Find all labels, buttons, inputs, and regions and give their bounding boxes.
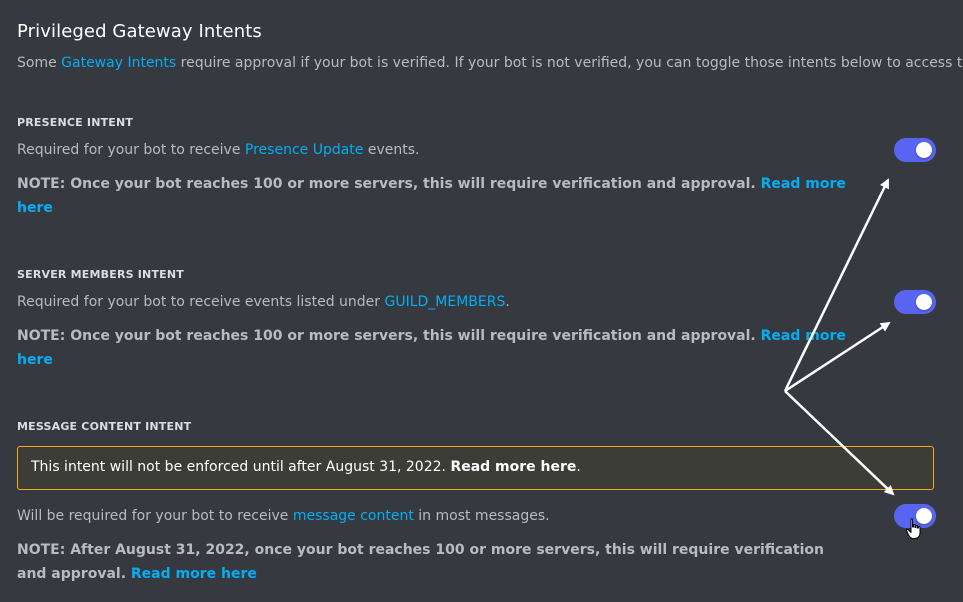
- message-content-intent-title: MESSAGE CONTENT INTENT: [17, 420, 192, 433]
- server-members-intent-description: Required for your bot to receive events …: [17, 294, 510, 310]
- page-description-text-start: Some: [17, 55, 62, 71]
- warning-read-more[interactable]: Read more here: [450, 459, 576, 475]
- presence-intent-title: PRESENCE INTENT: [17, 116, 134, 129]
- server-members-intent-section: SERVER MEMBERS INTENT Required for your …: [17, 268, 936, 368]
- page-description: Some Gateway Intents require approval if…: [17, 55, 963, 71]
- enforcement-warning-text: This intent will not be enforced until a…: [31, 459, 581, 475]
- warning-text-start: This intent will not be enforced until a…: [31, 459, 451, 475]
- presence-intent-note-text: NOTE: Once your bot reaches 100 or more …: [17, 176, 761, 192]
- server-members-intent-title: SERVER MEMBERS INTENT: [17, 268, 184, 281]
- gateway-intents-link[interactable]: Gateway Intents: [61, 55, 176, 71]
- message-content-intent-read-more-link[interactable]: Read more here: [131, 566, 257, 582]
- guild-members-link[interactable]: GUILD_MEMBERS: [384, 294, 505, 310]
- presence-intent-section: PRESENCE INTENT Required for your bot to…: [17, 116, 936, 216]
- server-members-intent-note-text: NOTE: Once your bot reaches 100 or more …: [17, 328, 761, 344]
- page-description-text-end: require approval if your bot is verified…: [176, 55, 963, 71]
- message-content-intent-description: Will be required for your bot to receive…: [17, 508, 550, 524]
- server-members-intent-desc-end: .: [505, 294, 510, 310]
- presence-update-link[interactable]: Presence Update: [245, 142, 364, 158]
- message-content-link[interactable]: message content: [293, 508, 414, 524]
- server-members-intent-toggle[interactable]: [894, 290, 936, 314]
- enforcement-warning-box: This intent will not be enforced until a…: [17, 446, 934, 490]
- message-content-intent-desc-end: in most messages.: [413, 508, 550, 524]
- presence-intent-description: Required for your bot to receive Presenc…: [17, 142, 420, 158]
- toggle-knob: [916, 142, 932, 158]
- toggle-knob: [916, 294, 932, 310]
- warning-text-end: .: [576, 459, 581, 475]
- server-members-intent-desc-start: Required for your bot to receive events …: [17, 294, 385, 310]
- presence-intent-desc-start: Required for your bot to receive: [17, 142, 245, 158]
- message-content-intent-desc-start: Will be required for your bot to receive: [17, 508, 293, 524]
- message-content-intent-note: NOTE: After August 31, 2022, once your b…: [17, 538, 857, 586]
- message-content-intent-section: MESSAGE CONTENT INTENT This intent will …: [17, 420, 936, 590]
- presence-intent-desc-end: events.: [363, 142, 420, 158]
- page-title: Privileged Gateway Intents: [17, 21, 262, 42]
- presence-intent-note: NOTE: Once your bot reaches 100 or more …: [17, 172, 877, 220]
- presence-intent-toggle[interactable]: [894, 138, 936, 162]
- hand-pointer-icon: [905, 518, 921, 539]
- server-members-intent-note: NOTE: Once your bot reaches 100 or more …: [17, 324, 877, 372]
